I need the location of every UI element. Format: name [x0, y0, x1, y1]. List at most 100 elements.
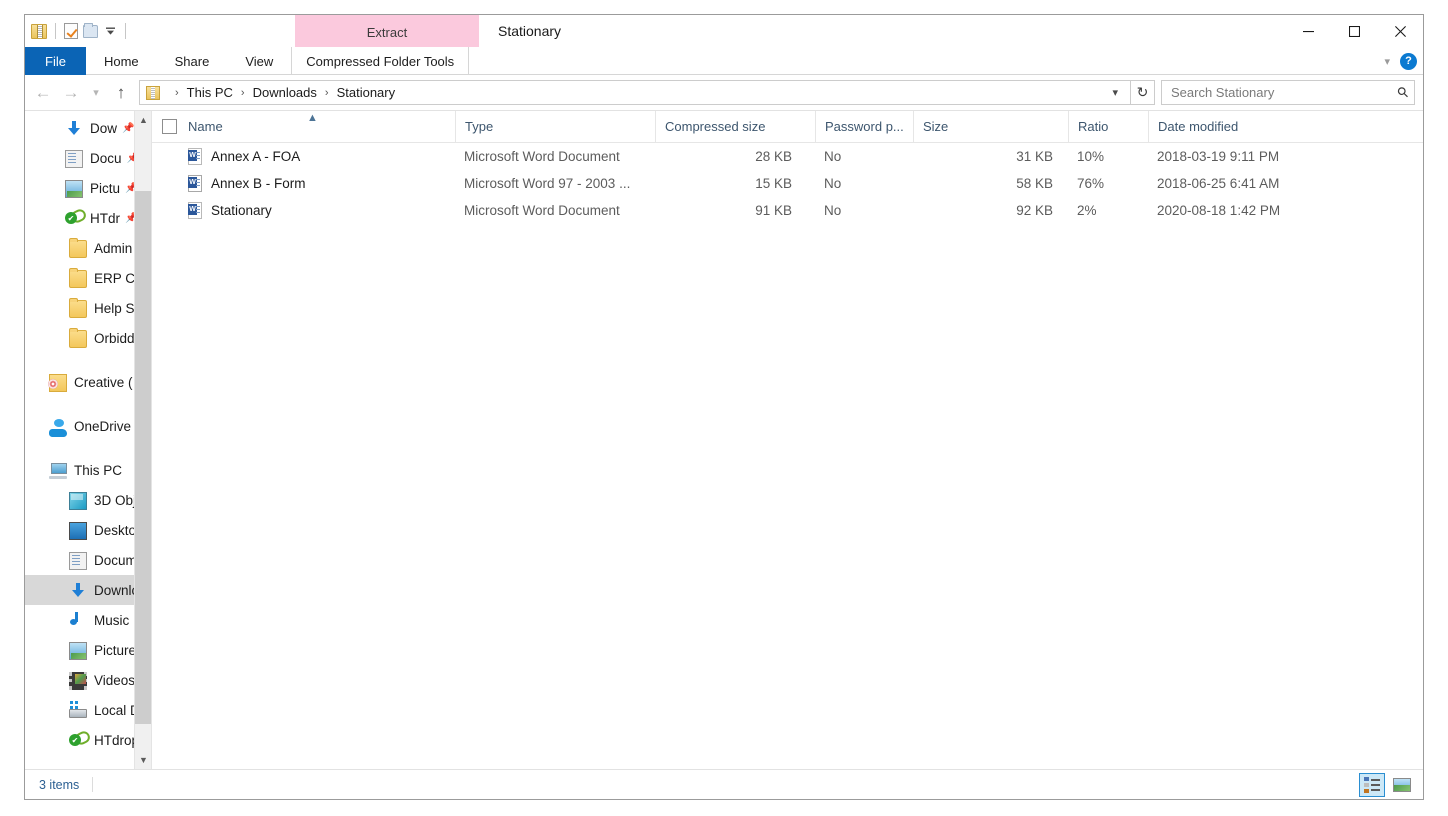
cell-type: Microsoft Word 97 - 2003 ...: [464, 176, 631, 191]
sidebar-item-label: Videos: [94, 672, 136, 688]
sidebar-item-videos[interactable]: Videos: [25, 665, 151, 695]
cell-name: Stationary: [152, 202, 455, 219]
navigation-scrollbar[interactable]: ▲ ▼: [134, 111, 151, 769]
search-input[interactable]: [1171, 85, 1398, 100]
contextual-tab-group-extract[interactable]: Extract: [295, 15, 479, 49]
pin-icon[interactable]: 📌: [122, 123, 134, 134]
properties-icon[interactable]: [64, 23, 78, 39]
sidebar-item-docume[interactable]: Docume: [25, 545, 151, 575]
breadcrumb-this-pc[interactable]: This PC: [187, 85, 233, 100]
cell-date-modified: 2020-08-18 1:42 PM: [1157, 203, 1281, 218]
sidebar-item-docu[interactable]: Docu 📌: [25, 143, 151, 173]
column-header-type[interactable]: Type: [455, 111, 655, 142]
folder-icon: [69, 268, 87, 288]
pictures-icon: [69, 642, 87, 660]
videos-icon: [69, 671, 87, 690]
thumbnail-view-icon: [1393, 777, 1411, 792]
sidebar-item-orbidde[interactable]: Orbidde: [25, 323, 151, 353]
sidebar-item-htdrop[interactable]: HTdrop: [25, 725, 151, 755]
sidebar-item-pictures[interactable]: Pictures: [25, 635, 151, 665]
cell-date-modified: 2018-03-19 9:11 PM: [1157, 149, 1280, 164]
cell-size: 58 KB: [1016, 176, 1053, 191]
cell-compressed-size: 28 KB: [755, 149, 792, 164]
sidebar-item-this-pc[interactable]: This PC: [25, 455, 151, 485]
column-header-date-modified[interactable]: Date modified: [1148, 111, 1348, 142]
scrollbar-thumb[interactable]: [135, 191, 151, 724]
tab-home[interactable]: Home: [86, 47, 157, 75]
title-bar: Extract Stationary: [25, 15, 1423, 49]
file-rows: Annex A - FOA Microsoft Word Document 28 K…: [152, 143, 1423, 769]
tab-file[interactable]: File: [25, 47, 86, 75]
cell-name: Annex A - FOA: [152, 148, 455, 165]
details-view-button[interactable]: [1359, 772, 1385, 797]
back-button[interactable]: ←: [29, 79, 57, 107]
tab-compressed-folder-tools[interactable]: Compressed Folder Tools: [291, 47, 470, 75]
breadcrumb-stationary[interactable]: Stationary: [337, 85, 396, 100]
refresh-button[interactable]: ↻: [1131, 80, 1155, 105]
forward-button[interactable]: →: [57, 79, 85, 107]
ribbon-right-controls: ▾ ?: [1384, 47, 1417, 75]
address-dropdown-icon[interactable]: ▾: [1106, 86, 1126, 99]
sidebar-item-label: This PC: [74, 462, 123, 478]
sidebar-item-label: HTdrop: [94, 732, 140, 748]
word-document-icon: [188, 202, 202, 219]
minimize-button[interactable]: [1285, 15, 1331, 47]
cell-ratio: 10%: [1077, 149, 1105, 164]
sidebar-item-erp-cor[interactable]: ERP Cor: [25, 263, 151, 293]
sidebar-item-label: Admin: [94, 240, 133, 256]
creative-cloud-icon: [48, 374, 67, 392]
table-row[interactable]: Stationary Microsoft Word Document 91 KB No…: [152, 197, 1423, 224]
sidebar-item-htdr[interactable]: HTdr📌: [25, 203, 151, 233]
sidebar-item-creative[interactable]: Creative (: [25, 367, 151, 397]
file-name-label: Annex B - Form: [211, 176, 306, 191]
sidebar-item-3d-obje[interactable]: 3D Obje: [25, 485, 151, 515]
help-icon[interactable]: ?: [1400, 52, 1417, 70]
select-all-checkbox[interactable]: [162, 119, 177, 134]
word-97-document-icon: [188, 175, 202, 192]
window-title: Stationary: [498, 23, 562, 39]
sidebar-item-help-sit[interactable]: Help Sit: [25, 293, 151, 323]
breadcrumb-separator-2[interactable]: ›: [317, 87, 337, 99]
zip-folder-icon: [146, 85, 160, 100]
sidebar-item-admin[interactable]: Admin: [25, 233, 151, 263]
sidebar-item-downlo[interactable]: Downlo: [25, 575, 151, 605]
scroll-down-icon[interactable]: ▼: [135, 751, 151, 769]
up-button[interactable]: ↑: [107, 79, 135, 107]
new-folder-icon[interactable]: [83, 22, 98, 38]
sidebar-item-music[interactable]: Music: [25, 605, 151, 635]
sidebar-item-desktop[interactable]: Desktop: [25, 515, 151, 545]
search-box[interactable]: ⚲: [1161, 80, 1415, 105]
sidebar-item-pictu[interactable]: Pictu 📌: [25, 173, 151, 203]
table-row[interactable]: Annex A - FOA Microsoft Word Document 28 K…: [152, 143, 1423, 170]
column-header-size[interactable]: Size: [913, 111, 1068, 142]
breadcrumb-downloads[interactable]: Downloads: [253, 85, 317, 100]
close-button[interactable]: [1377, 15, 1423, 47]
zip-folder-icon[interactable]: [31, 23, 47, 39]
column-header-password-protected[interactable]: Password p...: [815, 111, 913, 142]
qat-divider-2: [125, 23, 126, 39]
large-icons-view-button[interactable]: [1389, 773, 1415, 797]
sidebar-item-local-di[interactable]: Local Di: [25, 695, 151, 725]
3d-objects-icon: [69, 491, 87, 510]
tab-share[interactable]: Share: [157, 47, 228, 75]
chevron-down-icon[interactable]: ▾: [1384, 55, 1390, 68]
cell-compressed-size: 15 KB: [755, 176, 792, 191]
onedrive-icon: [49, 418, 67, 437]
recent-locations-button[interactable]: ▾: [85, 79, 107, 107]
file-name-label: Annex A - FOA: [211, 149, 301, 164]
column-header-compressed-size[interactable]: Compressed size: [655, 111, 815, 142]
music-icon: [69, 611, 87, 629]
maximize-button[interactable]: [1331, 15, 1377, 47]
sidebar-item-onedrive[interactable]: OneDrive: [25, 411, 151, 441]
sidebar-item-dow[interactable]: Dow 📌: [25, 113, 151, 143]
cell-password-protected: No: [824, 203, 842, 218]
scroll-up-icon[interactable]: ▲: [135, 111, 151, 129]
breadcrumb[interactable]: › This PC › Downloads › Stationary ▾: [139, 80, 1131, 105]
customize-qat-caret-icon[interactable]: [103, 21, 117, 41]
quick-access-toolbar: [25, 15, 135, 47]
breadcrumb-separator-1[interactable]: ›: [233, 87, 253, 99]
tab-view[interactable]: View: [227, 47, 291, 75]
column-header-ratio[interactable]: Ratio: [1068, 111, 1148, 142]
table-row[interactable]: Annex B - Form Microsoft Word 97 - 2003 .…: [152, 170, 1423, 197]
column-header-name[interactable]: Name ▲: [152, 111, 455, 142]
